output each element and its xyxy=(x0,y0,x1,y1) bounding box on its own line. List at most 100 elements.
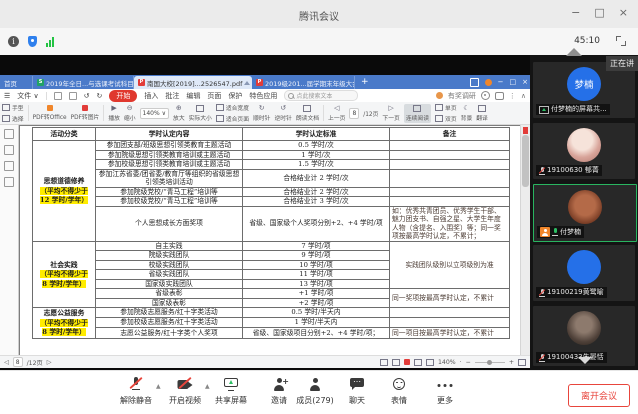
select-tool[interactable]: 选择 xyxy=(2,114,24,123)
background-button[interactable]: ☾背景 xyxy=(461,104,473,122)
view-mode-icon[interactable] xyxy=(392,359,400,366)
leave-meeting-button[interactable]: 离开会议 xyxy=(568,384,630,407)
status-page-input[interactable]: 8 xyxy=(13,357,23,367)
read-doc-button[interactable]: 朗读文档 xyxy=(296,105,319,122)
wps-menubar: ☰ 文件 ∨ ↺ ↻ 开始 插入 批注 编辑 页面 保护 特色应用 点此搜索文本 xyxy=(0,89,530,103)
menu-edit[interactable]: 编辑 xyxy=(186,91,200,101)
status-prev-page-icon[interactable]: ◁ xyxy=(4,359,9,366)
zoom-level-select[interactable]: 140% ∨ xyxy=(140,108,169,119)
mic-options-arrow[interactable]: ▲ xyxy=(156,383,161,390)
wps-account-avatar[interactable] xyxy=(485,79,492,86)
close-icon[interactable]: × xyxy=(619,6,628,20)
zoom-in-icon[interactable]: + xyxy=(509,359,514,366)
participant-tile[interactable]: 19100630 郁菁 xyxy=(533,123,635,179)
menu-file[interactable]: 文件 ∨ xyxy=(17,91,38,101)
attachment-panel-icon[interactable] xyxy=(4,177,14,187)
pdf-to-image-button[interactable]: PDF转图片 xyxy=(71,105,100,121)
maximize-icon[interactable]: □ xyxy=(594,6,604,20)
pdf-to-office-button[interactable]: PDF转Office xyxy=(33,105,67,121)
menu-start-active[interactable]: 开始 xyxy=(109,90,137,102)
document-scrollbar[interactable] xyxy=(520,125,530,356)
promo-label[interactable]: 有奖调研 xyxy=(448,91,476,101)
participant-tile-speaking[interactable]: 付梦楠 xyxy=(533,184,637,242)
pin-icon[interactable] xyxy=(244,81,250,85)
open-icon[interactable] xyxy=(54,92,62,100)
zoom-out-icon[interactable]: − xyxy=(466,359,471,366)
wps-close-icon[interactable]: × xyxy=(522,78,528,86)
wps-minimize-icon[interactable]: − xyxy=(498,78,504,86)
prev-page-button[interactable]: ◁上一页 xyxy=(328,104,345,122)
chat-button[interactable]: 聊天 xyxy=(334,376,380,406)
bookmark-panel-icon[interactable] xyxy=(4,145,14,155)
pdf-file-icon: P xyxy=(138,79,145,86)
actual-size-button[interactable]: 实际大小 xyxy=(189,105,212,122)
thumbnail-panel-icon[interactable] xyxy=(4,129,14,139)
security-shield-icon[interactable] xyxy=(28,36,37,47)
search-input[interactable]: 点此搜索文本 xyxy=(284,90,358,101)
rotate-cw-button[interactable]: ↻顺时针 xyxy=(253,104,270,122)
minimize-icon[interactable]: − xyxy=(571,6,580,20)
collapse-ribbon-icon[interactable]: ∧ xyxy=(521,92,526,100)
kebab-icon[interactable]: ⋮ xyxy=(509,92,516,100)
view-mode-icon[interactable] xyxy=(380,359,388,366)
page-number-input[interactable]: 8 xyxy=(349,108,359,119)
translate-button[interactable]: 翻译 xyxy=(476,105,488,122)
single-page-button[interactable]: 单页 xyxy=(435,103,457,112)
participant-tile[interactable]: 19100219黄鹭喻 xyxy=(533,245,635,301)
meeting-info-icon[interactable]: i xyxy=(8,36,19,47)
table-row: 参加院级思想引领类教育培训或主题活动1 学时/次 xyxy=(33,150,510,160)
zoom-in-button[interactable]: ⊕放大 xyxy=(173,104,185,122)
feedback-bubble-icon[interactable] xyxy=(495,92,504,100)
menu-insert[interactable]: 插入 xyxy=(144,91,158,101)
view-mode-icon[interactable] xyxy=(426,359,434,366)
camera-button[interactable]: 开启视频 xyxy=(162,376,208,406)
new-tab-button[interactable]: + xyxy=(355,76,375,89)
tab-doc1[interactable]: S 2019年全日...与选课考试科目 xyxy=(33,76,134,89)
zoom-out-button[interactable]: ⊖缩小 xyxy=(124,104,136,122)
more-button[interactable]: 更多 xyxy=(422,376,468,406)
speaking-indicator: 正在讲 xyxy=(606,56,638,71)
play-mode-icon[interactable] xyxy=(404,359,410,365)
view-mode-icon[interactable] xyxy=(414,359,422,366)
menu-annotate[interactable]: 批注 xyxy=(165,91,179,101)
tab-home[interactable]: 首页 xyxy=(0,76,33,89)
next-page-button[interactable]: ▷下一页 xyxy=(382,104,399,122)
hand-tool[interactable]: 手型 xyxy=(2,103,24,112)
mic-muted-icon xyxy=(539,354,545,362)
zoom-slider[interactable] xyxy=(475,362,505,363)
status-next-page-icon[interactable]: ▷ xyxy=(47,359,52,366)
promo-icon[interactable] xyxy=(436,92,443,99)
unmute-button[interactable]: 解除静音 xyxy=(113,376,159,406)
fit-width-button[interactable]: 适合宽度 xyxy=(216,103,249,112)
tab-doc2[interactable]: P 2019级201...届学期末年级大会 × xyxy=(252,76,355,89)
comment-panel-icon[interactable] xyxy=(4,161,14,171)
double-page-button[interactable]: 双页 xyxy=(435,114,457,123)
fit-page-button[interactable]: 适合页面 xyxy=(216,114,249,123)
scrollbar-thumb[interactable] xyxy=(522,135,529,187)
gear-icon[interactable] xyxy=(481,91,490,100)
undo-icon[interactable]: ↺ xyxy=(84,92,90,100)
menu-page[interactable]: 页面 xyxy=(207,91,221,101)
tab-pdf-active[interactable]: P 南国大校[2019]...2526547.pdf × xyxy=(134,76,252,89)
redo-icon[interactable]: ↻ xyxy=(97,92,103,100)
sidebar-collapse-arrow-icon[interactable] xyxy=(566,48,582,56)
group-social-practice: 社会实践 （平均不得少于 8 学时/学年） xyxy=(33,241,96,308)
fullscreen-icon[interactable] xyxy=(616,36,626,46)
continuous-read-button[interactable]: 连续阅读 xyxy=(404,104,431,123)
scroll-down-arrow-icon[interactable] xyxy=(578,357,592,364)
status-zoom-value[interactable]: 140% xyxy=(438,359,456,366)
hamburger-icon[interactable]: ☰ xyxy=(4,92,10,100)
dot-separator: · xyxy=(460,359,462,366)
spreadsheet-file-icon: S xyxy=(37,79,44,86)
share-screen-button[interactable]: 共享屏幕 xyxy=(208,376,254,406)
fit-screen-icon[interactable] xyxy=(518,359,526,366)
emoji-button[interactable]: 表情 xyxy=(376,376,422,406)
menu-protect[interactable]: 保护 xyxy=(228,91,242,101)
save-icon[interactable] xyxy=(69,92,77,100)
table-row: 思想道德修养 （平均不得少于 12 学时/学年） 参加团支部/班级思想引领类教育… xyxy=(33,141,510,151)
workspace-grid-icon[interactable] xyxy=(470,78,479,87)
play-button[interactable]: ▶播放 xyxy=(108,104,120,122)
rotate-ccw-button[interactable]: ↺逆时针 xyxy=(274,104,291,122)
menu-special[interactable]: 特色应用 xyxy=(249,91,277,101)
wps-maximize-icon[interactable]: □ xyxy=(510,78,517,86)
